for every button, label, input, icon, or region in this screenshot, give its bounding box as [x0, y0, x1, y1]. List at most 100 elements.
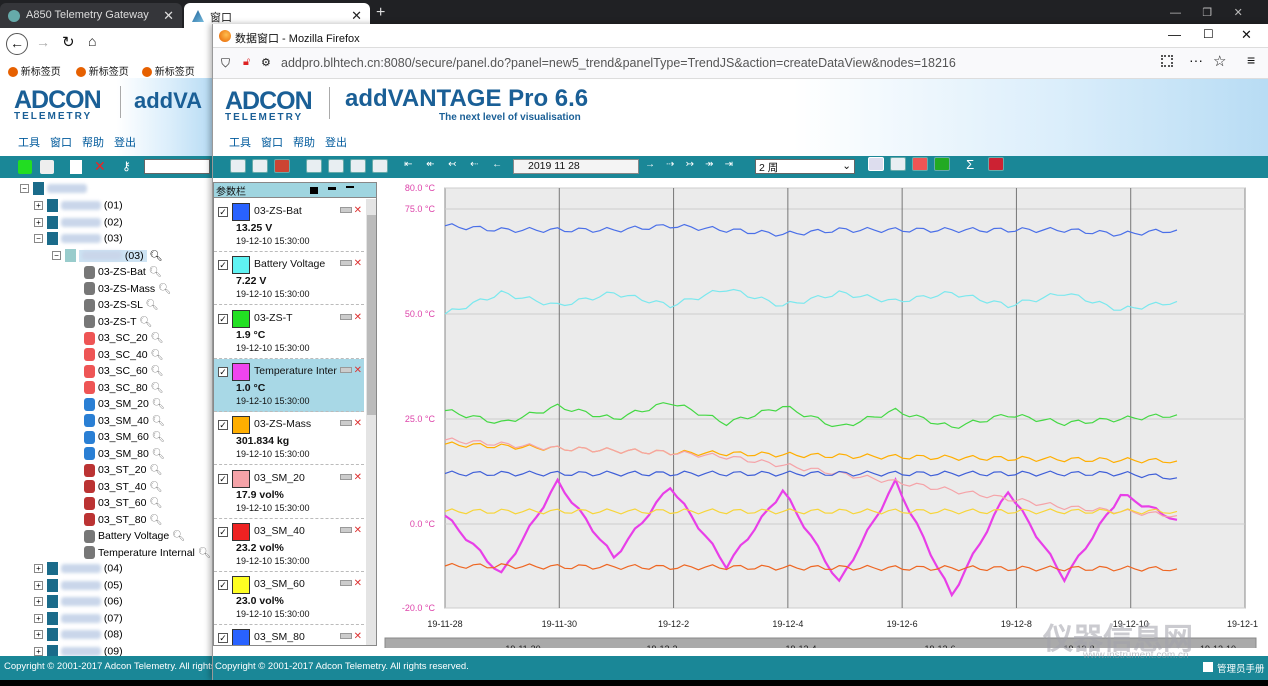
close-button[interactable]: ✕: [1241, 27, 1252, 43]
first-icon[interactable]: ⇤: [404, 159, 420, 173]
search-icon[interactable]: 🔍︎: [150, 250, 163, 262]
chart-colors-icon[interactable]: [274, 159, 290, 173]
color-swatch[interactable]: [232, 522, 250, 541]
options-icon[interactable]: [340, 260, 352, 267]
minimize-button[interactable]: —: [1168, 27, 1181, 42]
layout-icon[interactable]: [310, 187, 318, 194]
menu-tools[interactable]: 工具: [229, 137, 251, 149]
param-scrollbar[interactable]: [366, 199, 376, 645]
remove-icon[interactable]: ✕: [354, 312, 362, 323]
search-icon[interactable]: 🔍︎: [151, 349, 164, 361]
tree-node[interactable]: 03-ZS-Bat 🔍︎: [84, 265, 162, 281]
tree-node[interactable]: 03-ZS-SL 🔍︎: [84, 298, 159, 314]
tree-node[interactable]: 03_SC_80 🔍︎: [84, 381, 164, 397]
options-icon[interactable]: [340, 420, 352, 427]
search-icon[interactable]: 🔍︎: [152, 415, 165, 427]
sigma-icon[interactable]: Σ: [966, 157, 982, 172]
menu-tools[interactable]: 工具: [18, 137, 40, 149]
save-icon[interactable]: [230, 159, 246, 173]
param-checkbox[interactable]: ✓: [218, 633, 228, 644]
menu-window[interactable]: 窗口: [50, 137, 72, 149]
back-1-icon[interactable]: ⇠: [470, 159, 486, 173]
param-item[interactable]: ✓ 03_SM_20 ✕ 17.9 vol% 19-12-10 15:30:00: [214, 466, 364, 519]
menu-icon[interactable]: ≡: [1247, 52, 1255, 68]
tree-node[interactable]: 03_SM_60 🔍︎: [84, 430, 165, 446]
window-controls[interactable]: — ❐ ✕: [1170, 6, 1243, 19]
back-fast-icon[interactable]: ↞: [426, 159, 442, 173]
document-icon[interactable]: [70, 160, 82, 174]
param-item[interactable]: ✓ Temperature Inter ✕ 1.0 °C 19-12-10 15:30:…: [214, 358, 364, 412]
tree-group[interactable]: − (03): [34, 232, 123, 248]
qr-icon[interactable]: [1161, 55, 1173, 67]
search-icon[interactable]: 🔍︎: [139, 316, 152, 328]
param-checkbox[interactable]: ✓: [218, 473, 228, 484]
param-item[interactable]: ✓ 03-ZS-Mass ✕ 301.834 kg 19-12-10 15:30:00: [214, 412, 364, 466]
tree-group[interactable]: + (06): [34, 595, 123, 611]
param-item[interactable]: ✓ 03_SM_60 ✕ 23.0 vol% 19-12-10 15:30:00: [214, 572, 364, 626]
search-icon[interactable]: 🔍︎: [149, 464, 162, 476]
color-swatch[interactable]: [232, 416, 250, 435]
search-icon[interactable]: 🔍︎: [149, 266, 162, 278]
bookmark-item[interactable]: 新标签页: [142, 63, 195, 78]
save-icon[interactable]: [40, 160, 54, 174]
close-icon[interactable]: ✕: [351, 8, 362, 24]
minimize-icon[interactable]: [346, 186, 354, 188]
search-icon[interactable]: 🔍︎: [151, 365, 164, 377]
delete-icon[interactable]: ✕: [94, 158, 106, 175]
home-icon[interactable]: ⌂: [88, 33, 96, 49]
tree-node[interactable]: 03_SC_20 🔍︎: [84, 331, 164, 347]
tree-group[interactable]: + (08): [34, 628, 123, 644]
tree-node[interactable]: 03_SM_20 🔍︎: [84, 397, 165, 413]
tree-node[interactable]: 03_ST_20 🔍︎: [84, 463, 163, 479]
color-swatch[interactable]: [232, 362, 250, 381]
tree-node[interactable]: 03_SC_60 🔍︎: [84, 364, 164, 380]
menu-window[interactable]: 窗口: [261, 137, 283, 149]
map-icon[interactable]: [934, 157, 950, 171]
param-item[interactable]: ✓ Battery Voltage ✕ 7.22 V 19-12-10 15:30:00: [214, 252, 364, 306]
search-icon[interactable]: 🔍︎: [152, 398, 165, 410]
back-icon[interactable]: ←: [492, 159, 508, 173]
remove-icon[interactable]: ✕: [354, 418, 362, 429]
insecure-lock-icon[interactable]: 🔓︎: [243, 56, 250, 69]
shield-icon[interactable]: ⛉: [221, 56, 230, 71]
param-item[interactable]: ✓ 03_SM_40 ✕ 23.2 vol% 19-12-10 15:30:00: [214, 519, 364, 572]
tree-group[interactable]: + (09): [34, 644, 123, 656]
color-swatch[interactable]: [232, 309, 250, 328]
options-icon[interactable]: [340, 366, 352, 373]
options-icon[interactable]: [340, 313, 352, 320]
search-icon[interactable]: 🔍︎: [149, 514, 162, 526]
search-icon[interactable]: 🔍︎: [149, 497, 162, 509]
date-field[interactable]: 2019 11 28: [513, 159, 639, 174]
tree-node[interactable]: 03_SM_40 🔍︎: [84, 414, 165, 430]
search-icon[interactable]: 🔍︎: [151, 332, 164, 344]
remove-icon[interactable]: ✕: [354, 525, 362, 536]
search-input[interactable]: [144, 159, 210, 174]
search-icon[interactable]: 🔍︎: [198, 547, 211, 559]
report-icon[interactable]: [912, 157, 928, 171]
tree-group[interactable]: + (04): [34, 562, 123, 578]
line-chart-icon[interactable]: [868, 157, 884, 171]
back-7-icon[interactable]: ↢: [448, 159, 464, 173]
param-checkbox[interactable]: ✓: [218, 366, 228, 377]
param-checkbox[interactable]: ✓: [218, 207, 228, 217]
bookmark-item[interactable]: 新标签页: [76, 63, 129, 78]
search-icon[interactable]: 🔍︎: [152, 431, 165, 443]
tree-station[interactable]: − (03) 🔍︎: [52, 249, 163, 265]
param-checkbox[interactable]: ✓: [218, 580, 228, 591]
more-icon[interactable]: ···: [1189, 52, 1203, 68]
period-select[interactable]: 2 周 ⌄: [755, 159, 855, 174]
search-icon[interactable]: 🔍︎: [152, 448, 165, 460]
tree-root[interactable]: −: [20, 182, 87, 198]
tree-node[interactable]: 03_SC_40 🔍︎: [84, 348, 164, 364]
search-icon[interactable]: 🔍︎: [145, 299, 158, 311]
param-item[interactable]: ✓ 03-ZS-Bat ✕ 13.25 V 19-12-10 15:30:00: [214, 199, 364, 252]
trend-chart-svg[interactable]: 80.0 °C 75.0 °C 50.0 °C 25.0 °C 0.0 °C -20.0 …: [383, 180, 1263, 659]
color-swatch[interactable]: [232, 256, 250, 275]
options-icon[interactable]: [340, 580, 352, 587]
menu-help[interactable]: 帮助: [293, 137, 315, 149]
add-icon[interactable]: [18, 160, 32, 174]
color-swatch[interactable]: [232, 576, 250, 595]
remove-icon[interactable]: ✕: [354, 365, 362, 376]
tree-node[interactable]: 03_ST_60 🔍︎: [84, 496, 163, 512]
document-icon[interactable]: [372, 159, 389, 173]
